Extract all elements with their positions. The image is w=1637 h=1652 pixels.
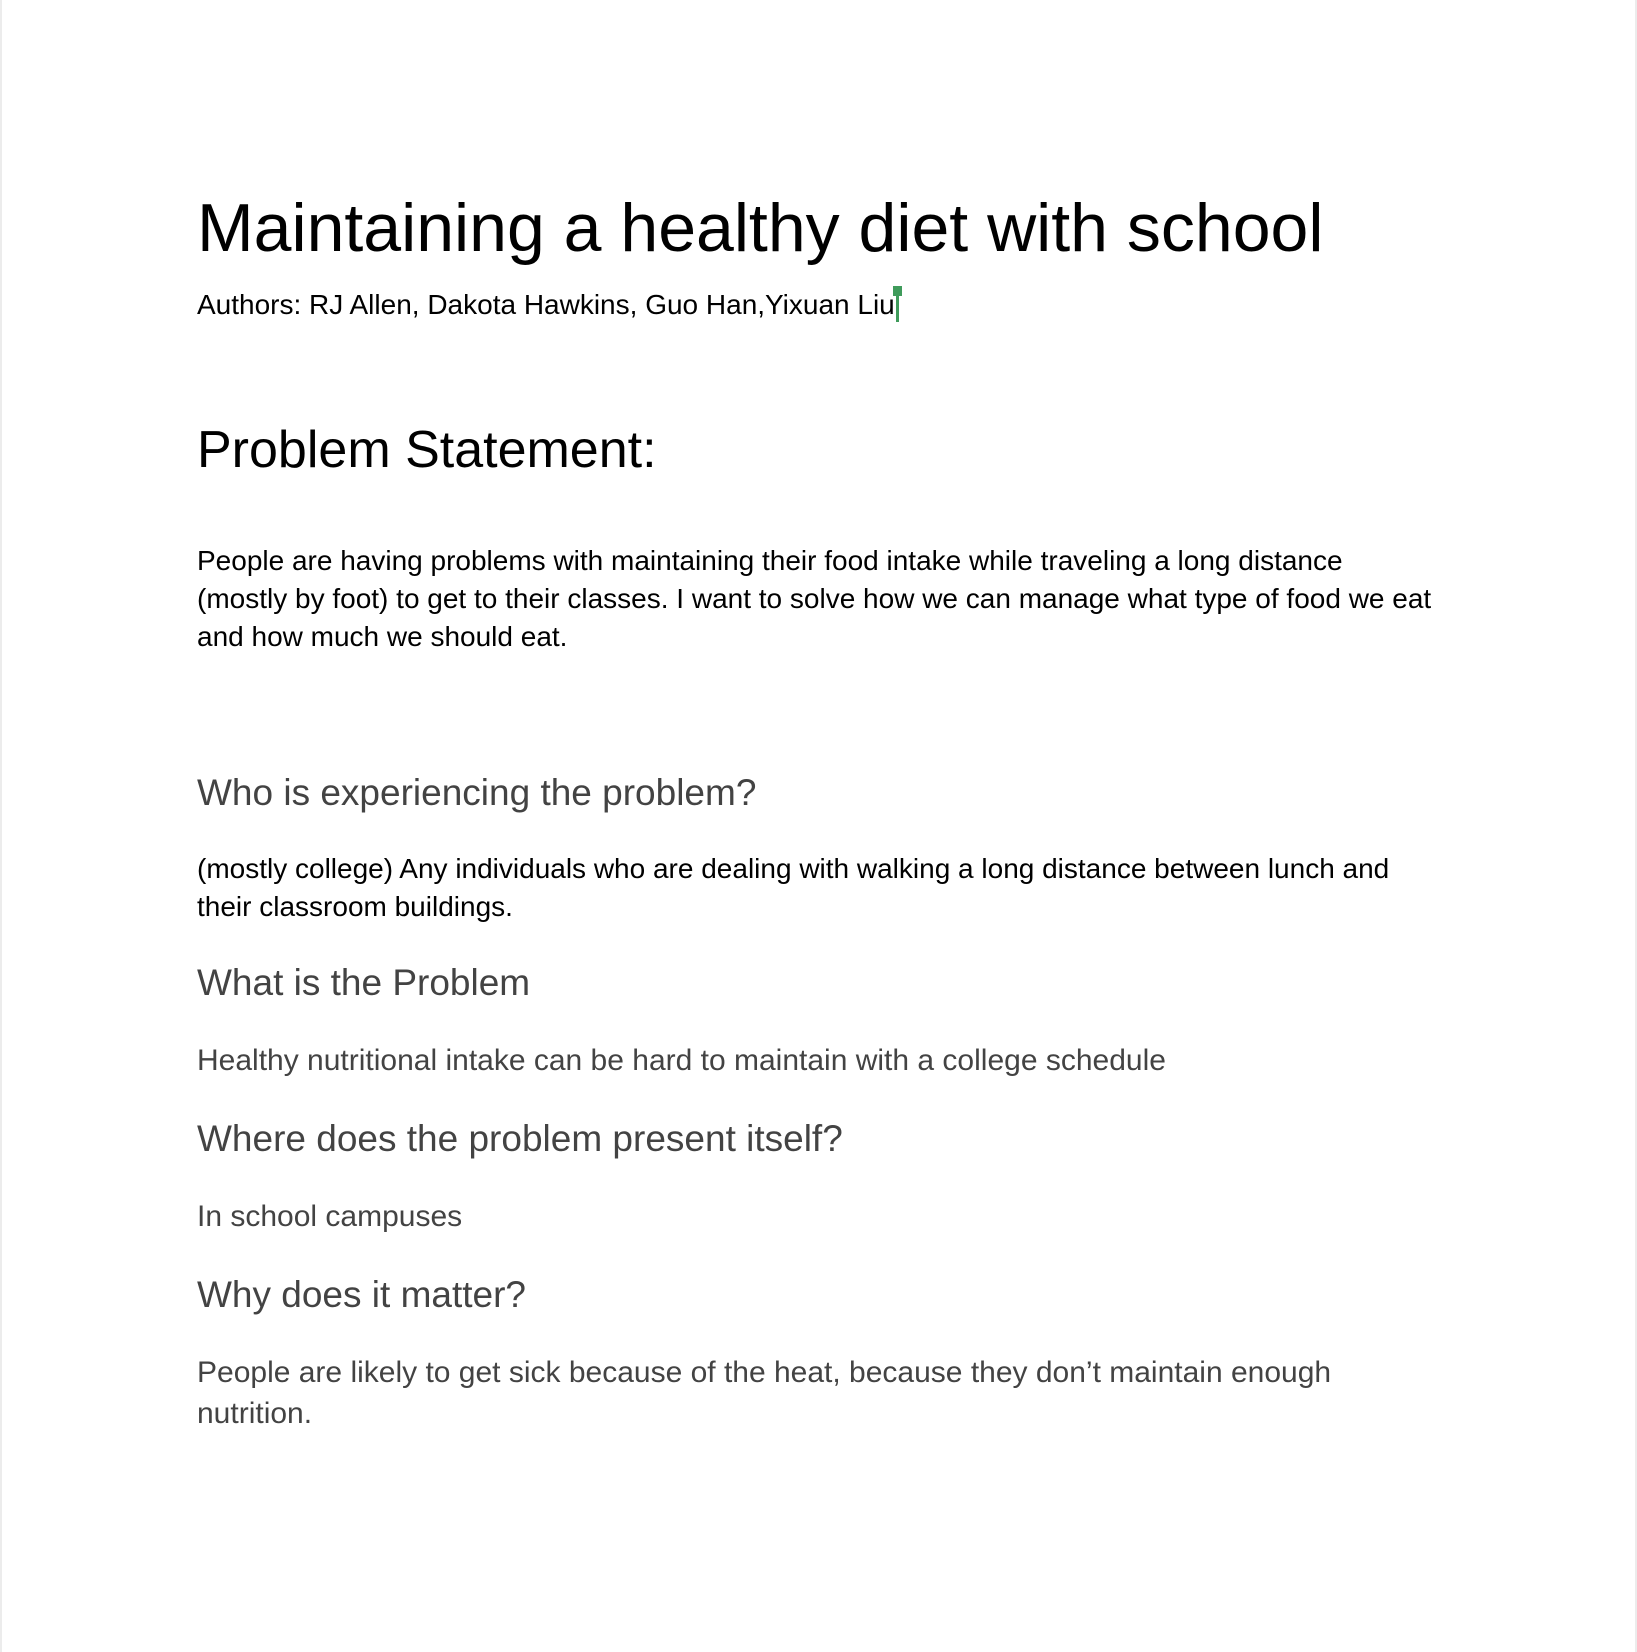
section-heading-where[interactable]: Where does the problem present itself? [197, 1116, 843, 1162]
section-heading-why[interactable]: Why does it matter? [197, 1272, 526, 1318]
problem-statement-heading[interactable]: Problem Statement: [197, 418, 657, 482]
problem-statement-body[interactable]: People are having problems with maintain… [197, 542, 1437, 656]
authors-text[interactable]: Authors: RJ Allen, Dakota Hawkins, Guo H… [197, 289, 895, 320]
section-body-where[interactable]: In school campuses [197, 1196, 1437, 1237]
section-body-who[interactable]: (mostly college) Any individuals who are… [197, 850, 1437, 926]
authors-line[interactable]: Authors: RJ Allen, Dakota Hawkins, Guo H… [197, 286, 902, 323]
section-body-what[interactable]: Healthy nutritional intake can be hard t… [197, 1040, 1437, 1081]
text-cursor [892, 286, 902, 322]
document-page[interactable]: Maintaining a healthy diet with school A… [0, 0, 1637, 1652]
section-body-why[interactable]: People are likely to get sick because of… [197, 1352, 1437, 1434]
section-heading-what[interactable]: What is the Problem [197, 960, 530, 1006]
section-heading-who[interactable]: Who is experiencing the problem? [197, 770, 756, 816]
document-title[interactable]: Maintaining a healthy diet with school [197, 188, 1323, 268]
